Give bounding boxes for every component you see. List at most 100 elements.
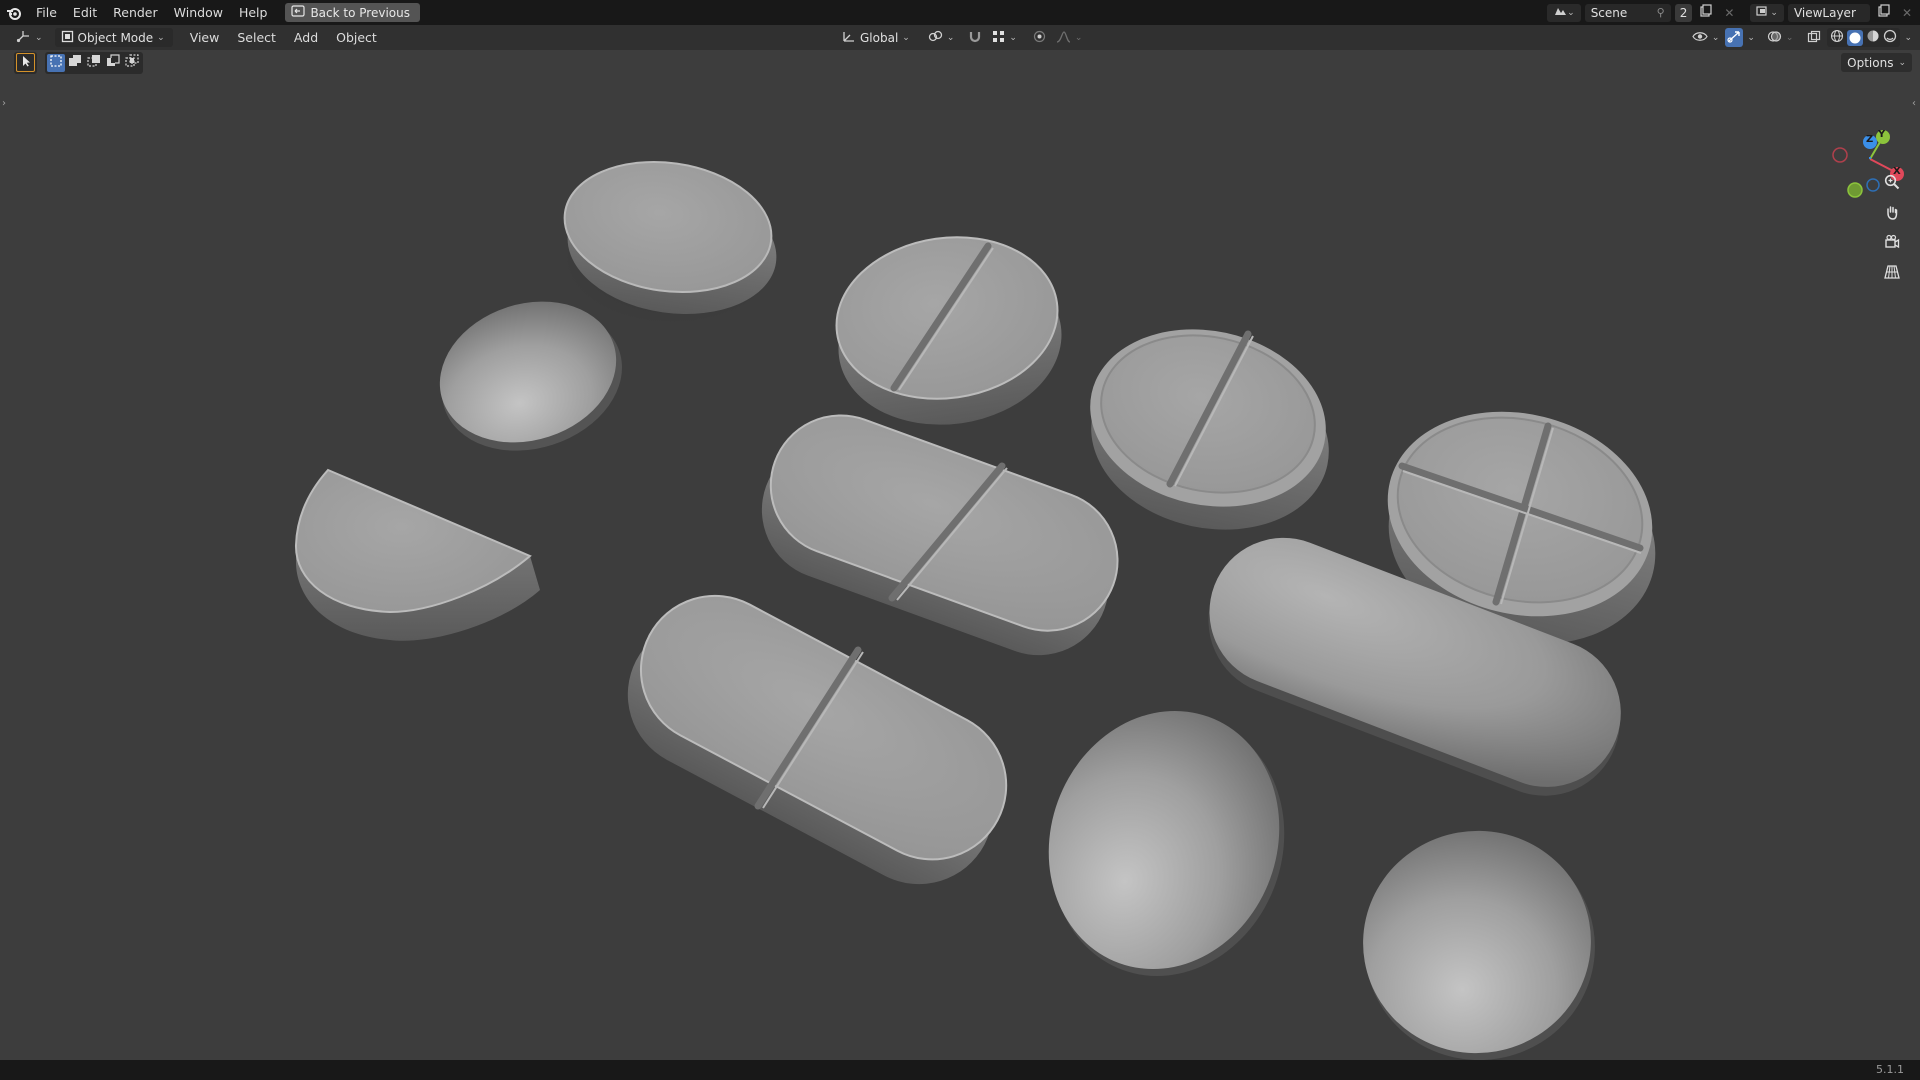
menu-add[interactable]: Add (285, 30, 327, 45)
round-tablet-mesh[interactable] (556, 149, 785, 327)
snap-toggle[interactable] (966, 28, 984, 47)
object-mode-icon (61, 30, 74, 46)
chevron-down-icon: ⌄ (157, 32, 165, 43)
magnet-icon (968, 30, 982, 46)
scored-round-tablet-mesh[interactable] (826, 223, 1072, 438)
workspace-controls: ⌄ Scene ⚲ 2 ✕ ⌄ ViewLayer ✕ (1547, 0, 1920, 25)
falloff-dropdown[interactable]: ⌄ (1054, 28, 1085, 47)
pan-button[interactable] (1884, 204, 1910, 230)
scene-users-count[interactable]: 2 (1674, 3, 1693, 22)
view-layer-name-field[interactable]: ViewLayer (1787, 3, 1870, 22)
proportional-editing-toggle[interactable] (1031, 28, 1048, 47)
gizmo-neg-z-handle (1866, 178, 1880, 192)
scene-selector-button[interactable]: ⌄ (1547, 3, 1581, 22)
perspective-toggle-button[interactable] (1884, 264, 1910, 290)
select-tool-button[interactable] (16, 53, 35, 72)
back-to-previous-label: Back to Previous (310, 5, 410, 20)
new-scene-icon[interactable] (1696, 3, 1716, 22)
object-mode-dropdown[interactable]: Object Mode ⌄ (54, 28, 173, 47)
select-invert-mode-button[interactable] (104, 53, 122, 72)
viewport-scene[interactable] (0, 50, 1920, 1060)
select-extend-mode-button[interactable] (66, 54, 84, 72)
chevron-down-icon: ⌄ (35, 32, 43, 43)
xray-icon (1807, 30, 1821, 46)
chevron-down-icon: ⌄ (1770, 7, 1778, 18)
chevron-down-icon: ⌄ (946, 32, 955, 43)
zoom-button[interactable] (1884, 174, 1910, 200)
select-new-mode-button[interactable] (47, 53, 65, 72)
menu-window[interactable]: Window (166, 5, 231, 20)
gizmo-icon (1727, 30, 1741, 46)
snap-grid-icon (992, 30, 1005, 46)
top-bar: File Edit Render Window Help Back to Pre… (0, 0, 1920, 25)
pin-icon[interactable]: ⚲ (1657, 6, 1665, 19)
xray-toggle[interactable] (1805, 28, 1823, 47)
chevron-down-icon: ⌄ (1009, 32, 1017, 43)
active-tool-box (14, 51, 37, 74)
half-tablet-mesh[interactable] (294, 468, 540, 641)
scene-name-field[interactable]: Scene ⚲ (1584, 3, 1671, 22)
scene-icon (1553, 5, 1567, 20)
viewport-header: ⌄ Object Mode ⌄ View Select Add Object G… (0, 25, 1920, 50)
editor-type-button[interactable]: ⌄ (10, 28, 49, 47)
options-dropdown[interactable]: Options ⌄ (1841, 53, 1912, 72)
pivot-point-dropdown[interactable]: ⌄ (922, 28, 961, 47)
selection-new-icon (49, 54, 63, 72)
select-intersect-mode-button[interactable] (123, 53, 141, 72)
menu-help[interactable]: Help (231, 5, 276, 20)
wireframe-shading-icon[interactable] (1830, 29, 1844, 46)
view-layer-name: ViewLayer (1793, 5, 1856, 20)
remove-view-layer-icon[interactable]: ✕ (1898, 6, 1920, 20)
blender-logo-icon[interactable] (0, 6, 28, 20)
menu-view[interactable]: View (181, 30, 229, 45)
chevron-down-icon: ⌄ (1567, 7, 1575, 18)
shading-dropdown-chevron[interactable]: ⌄ (1904, 33, 1912, 43)
gizmo-neg-y-handle (1847, 182, 1863, 198)
header-center-controls: Global ⌄ ⌄ ⌄ ⌄ (836, 28, 1084, 47)
gizmo-z-label: Z (1866, 134, 1874, 145)
beveled-scored-tablet-mesh[interactable] (1074, 308, 1346, 551)
remove-scene-icon[interactable]: ✕ (1720, 6, 1738, 20)
back-icon (291, 5, 306, 20)
selection-mode-group (45, 51, 143, 74)
menu-file[interactable]: File (28, 5, 65, 20)
object-mode-label: Object Mode (77, 30, 154, 45)
solid-shading-icon[interactable] (1847, 29, 1864, 46)
new-view-layer-icon[interactable] (1874, 3, 1894, 22)
snap-target-dropdown[interactable]: ⌄ (990, 28, 1019, 47)
gizmo-neg-x-handle (1832, 147, 1848, 163)
rendered-shading-icon[interactable] (1883, 29, 1897, 46)
large-oval-pill-mesh[interactable] (1013, 678, 1320, 1009)
options-label: Options (1847, 55, 1894, 70)
3d-viewport[interactable]: › ‹ Y Z X (0, 50, 1920, 1060)
menu-select[interactable]: Select (228, 30, 285, 45)
menu-edit[interactable]: Edit (65, 5, 105, 20)
selection-extend-icon (68, 54, 82, 72)
chevron-down-icon: ⌄ (902, 32, 910, 43)
visibility-dropdown[interactable]: ⌄ (1690, 28, 1722, 47)
chevron-down-icon: ⌄ (1898, 57, 1906, 68)
menu-render[interactable]: Render (105, 5, 166, 20)
overlays-toggle[interactable]: ⌄ (1765, 28, 1796, 47)
toolbar-expand-arrow-icon[interactable]: › (2, 98, 6, 109)
transform-orientation-dropdown[interactable]: Global ⌄ (836, 28, 916, 47)
gizmo-toggle[interactable] (1725, 28, 1744, 47)
scene-name: Scene (1590, 5, 1628, 20)
camera-view-button[interactable] (1884, 234, 1910, 260)
shading-mode-group (1827, 28, 1901, 47)
menu-object[interactable]: Object (327, 30, 386, 45)
round-dome-pill-mesh[interactable] (1345, 813, 1612, 1060)
view-layer-icon (1756, 5, 1770, 20)
overlays-icon (1767, 30, 1782, 46)
view-layer-selector-button[interactable]: ⌄ (1750, 3, 1784, 22)
scene-users-label: 2 (1679, 5, 1688, 20)
tool-settings-row (0, 50, 1920, 75)
status-bar: 5.1.1 (0, 1060, 1920, 1080)
select-subtract-mode-button[interactable] (85, 54, 103, 72)
chevron-down-icon: ⌄ (1785, 32, 1794, 43)
back-to-previous-button[interactable]: Back to Previous (285, 3, 420, 22)
gizmo-dropdown-chevron[interactable]: ⌄ (1747, 33, 1755, 43)
selection-subtract-icon (87, 54, 101, 72)
material-preview-shading-icon[interactable] (1866, 29, 1880, 46)
selection-intersect-icon (125, 53, 139, 72)
